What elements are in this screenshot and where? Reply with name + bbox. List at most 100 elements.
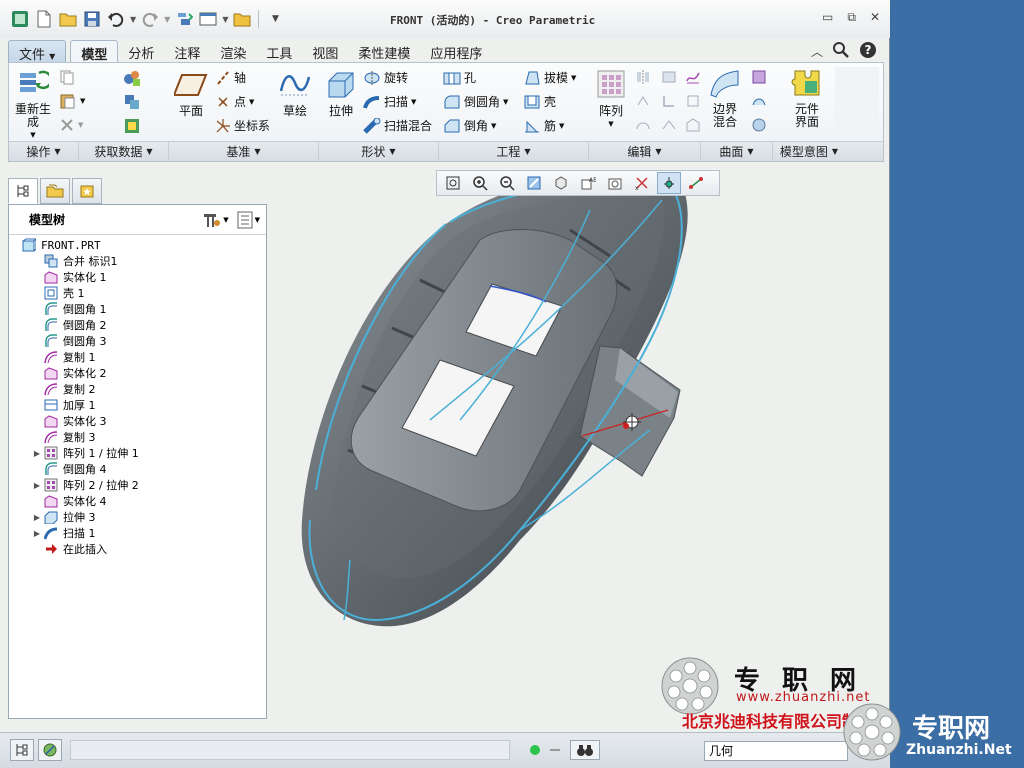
- display-style-icon[interactable]: [549, 172, 573, 194]
- tree-settings-button[interactable]: ▼: [201, 211, 229, 229]
- tab-analysis[interactable]: 分析: [118, 40, 164, 62]
- group-model-intent[interactable]: 模型意图 ▼: [773, 142, 845, 161]
- tree-node[interactable]: ▶ 扫描 1: [9, 525, 266, 541]
- tree-node[interactable]: 实体化 2: [9, 365, 266, 381]
- tree-node[interactable]: 倒圆角 2: [9, 317, 266, 333]
- favorites-tab[interactable]: [72, 178, 102, 204]
- tab-render[interactable]: 渲染: [210, 40, 256, 62]
- close-icon[interactable]: ✕: [870, 10, 880, 25]
- group-operations[interactable]: 操作 ▼: [9, 142, 79, 161]
- windows-dropdown-icon[interactable]: ▼: [222, 15, 228, 24]
- save-icon[interactable]: [82, 9, 102, 29]
- group-get-data[interactable]: 获取数据 ▼: [79, 142, 169, 161]
- extrude-button[interactable]: 拉伸: [321, 69, 361, 118]
- tree-node[interactable]: 在此插入: [9, 541, 266, 557]
- open-icon[interactable]: [58, 9, 78, 29]
- show-navigator-button[interactable]: [10, 739, 34, 761]
- axis-button[interactable]: 轴: [215, 69, 246, 86]
- group-datum[interactable]: 基准 ▼: [169, 142, 319, 161]
- merge-button[interactable]: [661, 69, 677, 85]
- expand-arrow-icon[interactable]: ▶: [31, 513, 43, 522]
- tree-root[interactable]: FRONT.PRT: [9, 237, 266, 253]
- search-icon[interactable]: [833, 42, 849, 61]
- show-browser-button[interactable]: [38, 739, 62, 761]
- freestyle-button[interactable]: [751, 93, 767, 109]
- tree-show-button[interactable]: ▼: [237, 211, 260, 229]
- group-shapes[interactable]: 形状 ▼: [319, 142, 439, 161]
- tree-node[interactable]: 倒圆角 3: [9, 333, 266, 349]
- shrinkwrap-button[interactable]: [123, 117, 141, 135]
- tree-node[interactable]: ▶ 拉伸 3: [9, 509, 266, 525]
- tree-node[interactable]: ▶ 阵列 2 / 拉伸 2: [9, 477, 266, 493]
- tree-node[interactable]: 实体化 1: [9, 269, 266, 285]
- redo-dropdown-icon[interactable]: ▼: [164, 15, 170, 24]
- group-surfaces[interactable]: 曲面 ▼: [701, 142, 773, 161]
- datum-display-icon[interactable]: x: [630, 172, 654, 194]
- zoom-in-icon[interactable]: [468, 172, 492, 194]
- repaint-icon[interactable]: [522, 172, 546, 194]
- restore-icon[interactable]: ⧉: [847, 10, 856, 25]
- redo-icon[interactable]: [140, 9, 160, 29]
- copy-button[interactable]: [59, 69, 75, 85]
- mirror-button[interactable]: [635, 69, 651, 85]
- tree-node[interactable]: 壳 1: [9, 285, 266, 301]
- draft-button[interactable]: 拔模 ▼: [523, 69, 576, 86]
- undo-dropdown-icon[interactable]: ▼: [130, 15, 136, 24]
- chamfer-button[interactable]: 倒角 ▼: [443, 117, 496, 134]
- thicken-button[interactable]: [685, 93, 701, 109]
- minimize-ribbon-icon[interactable]: ︿: [811, 43, 823, 60]
- paste-button[interactable]: ▼: [59, 93, 85, 109]
- tab-applications[interactable]: 应用程序: [420, 40, 492, 62]
- sweep-button[interactable]: 扫描 ▼: [363, 93, 416, 110]
- tree-node[interactable]: 复制 3: [9, 429, 266, 445]
- component-interface-button[interactable]: 元件界面: [785, 67, 829, 129]
- saved-views-icon[interactable]: AB: [576, 172, 600, 194]
- group-editing[interactable]: 编辑 ▼: [589, 142, 701, 161]
- folder-icon[interactable]: [232, 9, 252, 29]
- project-button[interactable]: [685, 69, 701, 85]
- sketch-button[interactable]: 草绘: [275, 69, 315, 118]
- tab-flexible-modeling[interactable]: 柔性建模: [348, 40, 420, 62]
- round-button[interactable]: 倒圆角 ▼: [443, 93, 508, 110]
- new-icon[interactable]: [34, 9, 54, 29]
- hole-button[interactable]: 孔: [443, 69, 476, 86]
- style-button[interactable]: [751, 69, 767, 85]
- model-view[interactable]: [270, 160, 888, 730]
- delete-button[interactable]: ▼: [59, 117, 83, 133]
- help-icon[interactable]: ?: [859, 41, 877, 62]
- refit-icon[interactable]: [441, 172, 465, 194]
- fill-button[interactable]: [751, 117, 767, 133]
- regenerate-icon[interactable]: [174, 9, 194, 29]
- point-button[interactable]: 点 ▼: [215, 93, 254, 110]
- revolve-button[interactable]: 旋转: [363, 69, 408, 86]
- folder-browser-tab[interactable]: [40, 178, 70, 204]
- boundary-blend-button[interactable]: 边界混合: [705, 69, 745, 129]
- zoom-out-icon[interactable]: [495, 172, 519, 194]
- spin-center-toggle-icon[interactable]: [657, 172, 681, 194]
- tree-node[interactable]: 倒圆角 1: [9, 301, 266, 317]
- group-engineering[interactable]: 工程 ▼: [439, 142, 589, 161]
- offset-button[interactable]: [661, 93, 677, 109]
- expand-arrow-icon[interactable]: ▶: [31, 481, 43, 490]
- tab-view[interactable]: 视图: [302, 40, 348, 62]
- tab-tools[interactable]: 工具: [256, 40, 302, 62]
- view-manager-icon[interactable]: [603, 172, 627, 194]
- minimize-icon[interactable]: ▭: [822, 10, 833, 25]
- extend-button[interactable]: [635, 93, 651, 109]
- model-tree-tab[interactable]: [8, 178, 38, 204]
- tree-node[interactable]: 加厚 1: [9, 397, 266, 413]
- shell-button[interactable]: 壳: [523, 93, 556, 110]
- app-icon[interactable]: [10, 9, 30, 29]
- tree-node[interactable]: 复制 2: [9, 381, 266, 397]
- copy-geometry-button[interactable]: [123, 93, 141, 111]
- tree-node[interactable]: 倒圆角 4: [9, 461, 266, 477]
- rib-button[interactable]: 筋 ▼: [523, 117, 564, 134]
- user-defined-feature-button[interactable]: [123, 69, 141, 87]
- tree-node[interactable]: 实体化 4: [9, 493, 266, 509]
- undo-icon[interactable]: [106, 9, 126, 29]
- expand-arrow-icon[interactable]: ▶: [31, 529, 43, 538]
- plane-button[interactable]: 平面: [171, 69, 211, 118]
- tree-node[interactable]: ▶ 阵列 1 / 拉伸 1: [9, 445, 266, 461]
- annotation-display-icon[interactable]: [684, 172, 708, 194]
- swept-blend-button[interactable]: 扫描混合: [363, 117, 432, 134]
